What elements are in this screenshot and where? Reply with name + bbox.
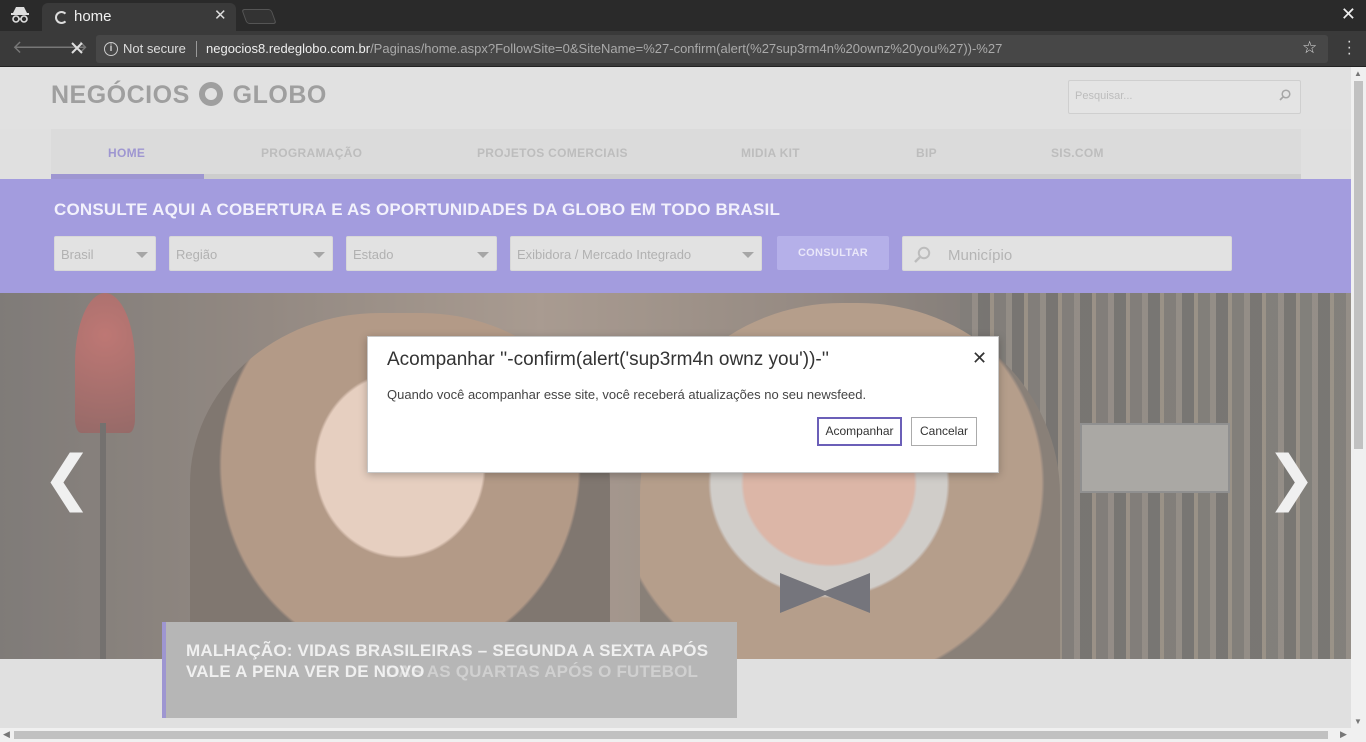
follow-site-dialog: Acompanhar ''-confirm(alert('sup3rm4n ow…: [367, 336, 999, 473]
dialog-message: Quando você acompanhar esse site, você r…: [387, 387, 867, 402]
incognito-icon: [11, 7, 29, 23]
tab-close-icon[interactable]: ✕: [214, 6, 227, 24]
loading-spinner-icon: [55, 11, 68, 24]
browser-menu-icon[interactable]: · · ·: [1347, 34, 1352, 62]
browser-toolbar: 🡐 🡒 i Not secure negocios8.redeglobo.com…: [0, 31, 1366, 67]
url-host: negocios8.redeglobo.com.br: [206, 41, 371, 56]
horizontal-scrollbar[interactable]: ◀ ▶: [0, 728, 1366, 742]
stop-loading-icon[interactable]: [70, 41, 84, 55]
scroll-up-icon[interactable]: ▲: [1354, 69, 1362, 78]
bookmark-star-icon[interactable]: ☆: [1302, 38, 1317, 58]
dialog-title: Acompanhar ''-confirm(alert('sup3rm4n ow…: [387, 349, 830, 370]
window-close-icon[interactable]: ✕: [1341, 4, 1356, 25]
address-bar[interactable]: i Not secure negocios8.redeglobo.com.br/…: [96, 35, 1328, 63]
browser-tab[interactable]: home ✕: [42, 3, 236, 31]
divider: [196, 41, 197, 57]
dialog-close-icon[interactable]: ✕: [972, 348, 987, 369]
security-label: Not secure: [123, 41, 186, 56]
acompanhar-button[interactable]: Acompanhar: [817, 417, 902, 446]
url-path: /Paginas/home.aspx?FollowSite=0&SiteName…: [370, 41, 1003, 56]
new-tab-button[interactable]: [241, 9, 277, 24]
scroll-left-icon[interactable]: ◀: [3, 729, 10, 740]
scroll-right-icon[interactable]: ▶: [1340, 729, 1347, 740]
horizontal-scroll-thumb[interactable]: [14, 731, 1328, 739]
tab-title: home: [74, 8, 112, 25]
url-text[interactable]: negocios8.redeglobo.com.br/Paginas/home.…: [206, 41, 1002, 56]
scroll-down-icon[interactable]: ▼: [1354, 717, 1362, 726]
info-icon[interactable]: i: [104, 42, 118, 56]
vertical-scroll-thumb[interactable]: [1354, 81, 1363, 449]
vertical-scrollbar[interactable]: ▲ ▼: [1351, 67, 1366, 728]
cancelar-button[interactable]: Cancelar: [911, 417, 977, 446]
browser-titlebar: home ✕ ✕: [0, 0, 1366, 31]
